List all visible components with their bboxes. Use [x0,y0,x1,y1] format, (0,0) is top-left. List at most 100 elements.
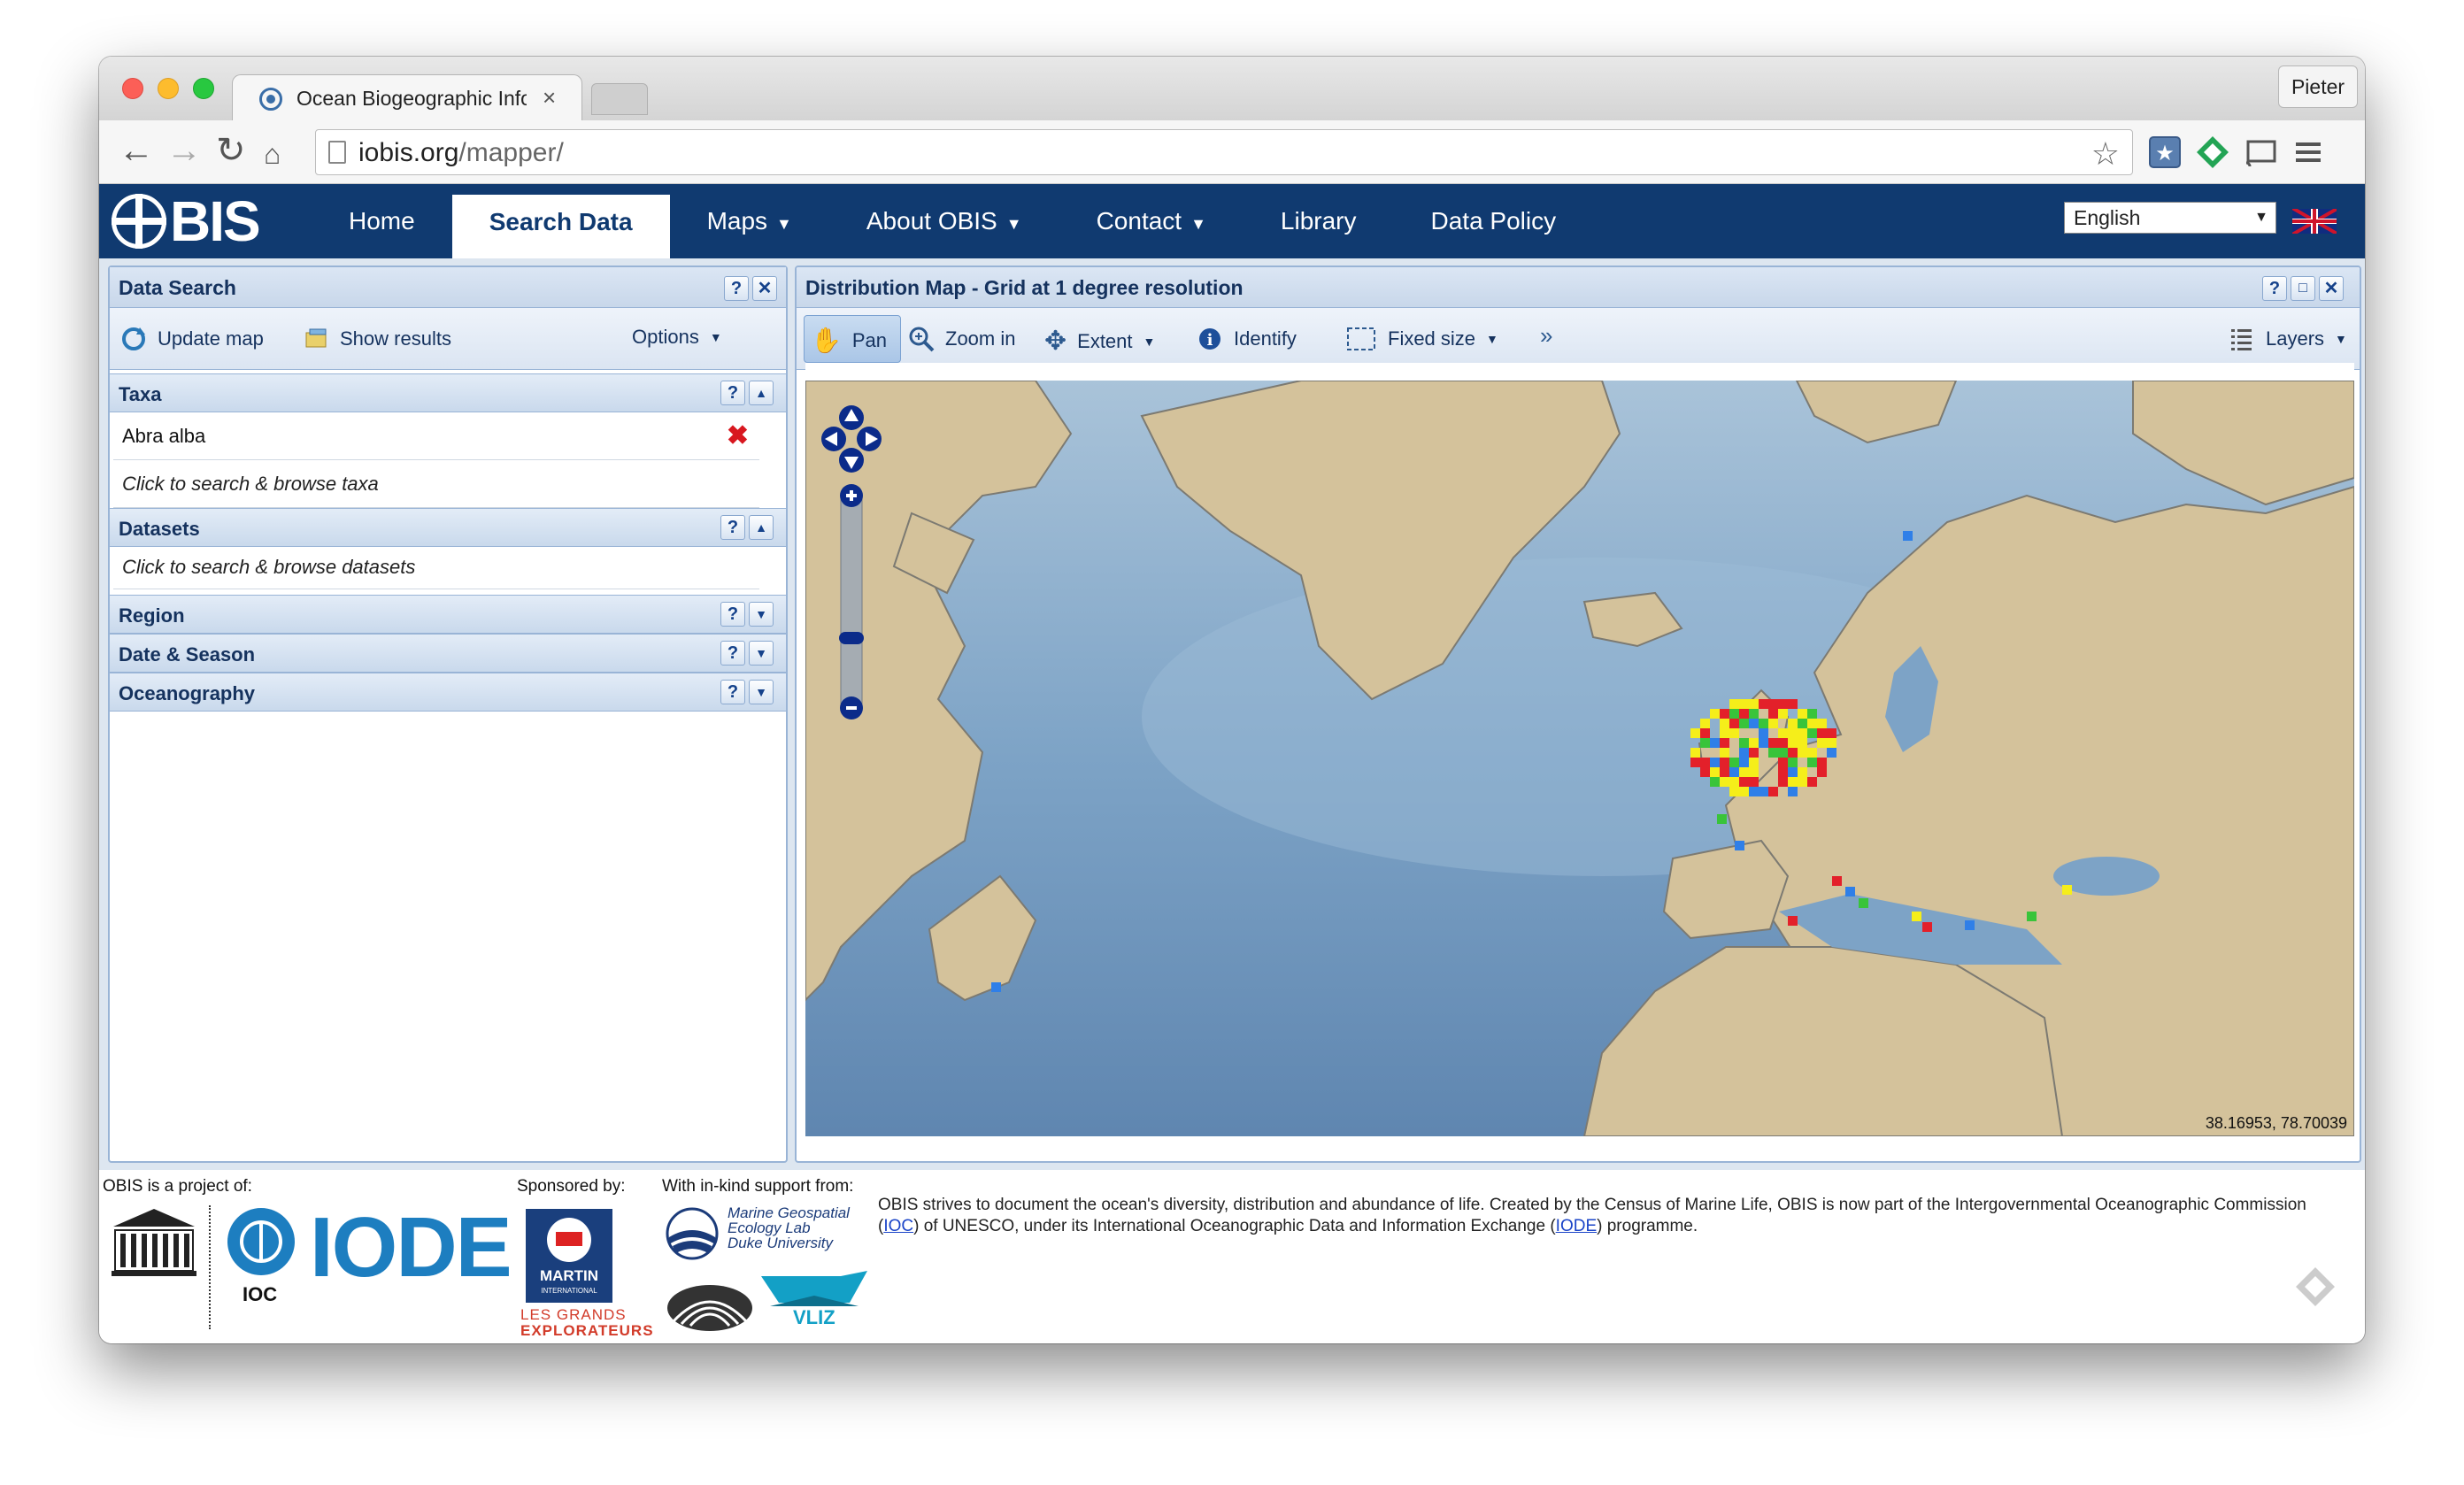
zoom-window-button[interactable] [193,78,214,99]
extension-diamond-icon[interactable] [2195,135,2230,170]
occurrence-cell[interactable] [1739,787,1749,796]
menu-library[interactable]: Library [1244,184,1394,258]
occurrence-cell[interactable] [1768,709,1778,719]
occurrence-cell[interactable] [1788,787,1798,796]
pan-label[interactable]: ✋ Pan [811,326,887,355]
occurrence-cell[interactable] [1729,758,1739,767]
obis-logo[interactable]: BIS [112,189,261,253]
occurrence-cell[interactable] [1710,777,1720,787]
occurrence-cell[interactable] [1739,748,1749,758]
occurrence-cell[interactable] [1720,748,1729,758]
occurrence-cell[interactable] [1788,728,1798,738]
occurrence-cell[interactable] [1720,728,1729,738]
occurrence-cell[interactable] [1798,767,1807,777]
close-panel-button[interactable]: ✕ [752,276,777,301]
occurrence-cell[interactable] [1778,767,1788,777]
expand-icon[interactable]: ▼ [749,602,774,627]
occurrence-cell[interactable] [2062,885,2072,895]
occurrence-cell[interactable] [1720,758,1729,767]
tab-close-icon[interactable]: × [543,84,556,112]
duke-marine-lab-logo[interactable] [666,1273,754,1331]
remove-taxon-icon[interactable]: ✖ [727,423,749,450]
options-dropdown[interactable]: Options ▼ [632,326,722,349]
occurrence-cell[interactable] [1798,777,1807,787]
help-button[interactable]: ? [720,680,745,704]
oceanography-section-header[interactable]: Oceanography ? ▼ [110,673,786,712]
occurrence-cell[interactable] [1729,787,1739,796]
occurrence-cell[interactable] [1720,767,1729,777]
date-season-section-header[interactable]: Date & Season ? ▼ [110,634,786,673]
expand-icon[interactable]: ▼ [749,680,774,704]
occurrence-cell[interactable] [1827,728,1836,738]
occurrence-cell[interactable] [1717,814,1727,824]
occurrence-cell[interactable] [1807,719,1817,728]
help-button[interactable]: ? [720,515,745,540]
occurrence-cell[interactable] [1700,758,1710,767]
collapse-icon[interactable]: ▲ [749,381,774,405]
occurrence-cell[interactable] [1922,922,1932,932]
close-panel-button[interactable]: ✕ [2319,276,2344,301]
occurrence-cell[interactable] [1749,787,1759,796]
occurrence-cell[interactable] [1827,738,1836,748]
occurrence-cell[interactable] [1739,719,1749,728]
occurrence-cell[interactable] [1788,719,1798,728]
occurrence-cell[interactable] [1710,758,1720,767]
occurrence-cell[interactable] [1778,758,1788,767]
occurrence-cell[interactable] [1768,738,1778,748]
occurrence-cell[interactable] [1807,728,1817,738]
update-map-button[interactable]: Update map [120,326,264,352]
occurrence-cell[interactable] [1798,728,1807,738]
martin-logo[interactable]: MARTIN INTERNATIONAL [526,1209,612,1303]
occurrence-cell[interactable] [1749,758,1759,767]
zoom-in-button[interactable]: Zoom in [908,326,1015,352]
occurrence-cell[interactable] [1690,758,1700,767]
occurrence-cell[interactable] [1859,898,1868,908]
region-section-header[interactable]: Region ? ▼ [110,595,786,634]
occurrence-cell[interactable] [1729,767,1739,777]
help-button[interactable]: ? [720,641,745,666]
occurrence-cell[interactable] [1798,748,1807,758]
ioc-link[interactable]: IOC [883,1217,913,1235]
occurrence-cell[interactable] [1778,777,1788,787]
occurrence-cell[interactable] [1700,728,1710,738]
occurrence-cell[interactable] [1749,709,1759,719]
occurrence-cell[interactable] [1788,699,1798,709]
occurrence-cell[interactable] [1729,719,1739,728]
occurrence-cell[interactable] [2027,912,2037,921]
occurrence-cell[interactable] [1720,738,1729,748]
occurrence-cell[interactable] [1807,777,1817,787]
profile-button[interactable]: Pieter [2278,65,2358,108]
occurrence-cell[interactable] [1759,738,1768,748]
occurrence-cell[interactable] [1739,738,1749,748]
back-arrow-icon[interactable]: ← [119,133,154,168]
occurrence-cell[interactable] [1749,748,1759,758]
expand-icon[interactable]: ▼ [749,641,774,666]
occurrence-cell[interactable] [1700,767,1710,777]
occurrence-cell[interactable] [1729,699,1739,709]
home-icon[interactable]: ⌂ [264,136,281,172]
zoom-slider[interactable] [839,484,864,719]
browser-tab[interactable]: Ocean Biogeographic Infor × [232,74,582,122]
occurrence-cell[interactable] [1759,787,1768,796]
occurrence-cell[interactable] [1807,748,1817,758]
occurrence-cell[interactable] [1798,709,1807,719]
occurrence-cell[interactable] [1700,738,1710,748]
occurrence-cell[interactable] [1788,758,1798,767]
fixed-size-dropdown[interactable]: Fixed size ▼ [1345,326,1498,352]
occurrence-cell[interactable] [1729,728,1739,738]
occurrence-cell[interactable] [1749,777,1759,787]
occurrence-cell[interactable] [1749,719,1759,728]
occurrence-cell[interactable] [1778,728,1788,738]
iode-logo[interactable]: IODE [310,1204,512,1292]
occurrence-cell[interactable] [1749,767,1759,777]
taxa-section-header[interactable]: Taxa ? ▲ [110,373,786,412]
extension-overlay-icon[interactable] [2294,1266,2337,1308]
occurrence-cell[interactable] [1817,738,1827,748]
taxa-selected-row[interactable]: Abra alba ✖ [113,412,759,460]
occurrence-cell[interactable] [1845,887,1855,896]
occurrence-cell[interactable] [1798,738,1807,748]
occurrence-cell[interactable] [1710,709,1720,719]
forward-arrow-icon[interactable]: → [166,133,202,168]
occurrence-cell[interactable] [1690,728,1700,738]
occurrence-cell[interactable] [1903,531,1913,541]
